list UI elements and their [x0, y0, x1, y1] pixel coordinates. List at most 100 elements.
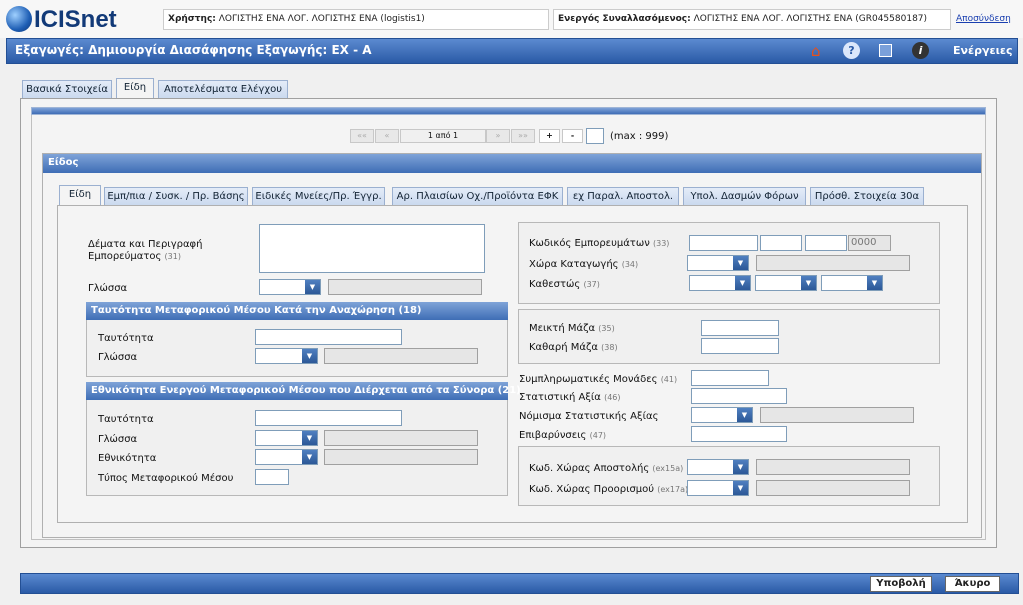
trader-value: ΛΟΓΙΣΤΗΣ ΕΝΑ ΛΟΓ. ΛΟΓΙΣΤΗΣ ΕΝΑ (GR045580… — [693, 14, 928, 24]
language-description — [328, 279, 482, 295]
pager-prev-button[interactable]: « — [375, 129, 399, 143]
submit-button[interactable]: Υποβολή — [870, 576, 932, 592]
net-mass-input[interactable] — [701, 338, 779, 354]
add-item-button[interactable]: + — [539, 129, 560, 143]
border-lang-select[interactable]: ▼ — [255, 430, 318, 446]
top-rule — [31, 107, 986, 115]
gross-mass-input[interactable] — [701, 320, 779, 336]
net-mass-label: Καθαρή Μάζα (38) — [529, 342, 618, 353]
pager-next-button[interactable]: » — [486, 129, 510, 143]
origin-country-label: Χώρα Καταγωγής (34) — [529, 259, 638, 270]
charges-label-text: Επιβαρύνσεις — [519, 430, 587, 441]
departure-id-input[interactable] — [255, 329, 402, 345]
supplementary-units-num: (41) — [660, 375, 678, 384]
header-bar: ICISnet Χρήστης: ΛΟΓΙΣΤΗΣ ΕΝΑ ΛΟΓ. ΛΟΓΙΣ… — [0, 0, 1023, 38]
departure-lang-label: Γλώσσα — [98, 352, 138, 363]
language-select[interactable]: ▼ — [259, 279, 321, 295]
departure-lang-description — [324, 348, 478, 364]
description-num: (31) — [164, 252, 181, 261]
user-value: ΛΟΓΙΣΤΗΣ ΕΝΑ ΛΟΓ. ΛΟΓΙΣΤΗΣ ΕΝΑ (logistis… — [218, 14, 425, 24]
subtab-goods-packages[interactable]: Εμπ/πια / Συσκ. / Πρ. Βάσης — [104, 187, 248, 206]
chevron-down-icon: ▼ — [737, 408, 752, 422]
transport-departure-header: Ταυτότητα Μεταφορικού Μέσου Κατά την Ανα… — [86, 302, 508, 320]
description-label-text: Δέματα και Περιγραφή Εμπορεύματος — [88, 239, 203, 262]
tab-control-results[interactable]: Αποτελέσματα Ελέγχου — [158, 80, 288, 99]
commodity-code-label-text: Κωδικός Εμπορευμάτων — [529, 238, 650, 249]
cancel-button[interactable]: Άκυρο — [945, 576, 1000, 592]
charges-input[interactable] — [691, 426, 787, 442]
border-nationality-select[interactable]: ▼ — [255, 449, 318, 465]
user-label: Χρήστης: — [168, 14, 216, 24]
trader-label: Ενεργός Συναλλασόμενος: — [558, 14, 691, 24]
dispatch-country-select[interactable]: ▼ — [687, 459, 749, 475]
info-icon[interactable]: i — [912, 42, 929, 59]
help-icon[interactable]: ? — [843, 42, 860, 59]
procedure-select-2[interactable]: ▼ — [755, 275, 817, 291]
subtab-special-mentions[interactable]: Ειδικές Μνείες/Πρ. Έγγρ. — [252, 187, 385, 206]
chevron-down-icon: ▼ — [305, 280, 320, 294]
pager-page-text: 1 από 1 — [427, 131, 459, 140]
transport-type-label: Τύπος Μεταφορικού Μέσου — [98, 473, 234, 484]
commodity-code-num: (33) — [652, 239, 670, 248]
goto-item-input[interactable] — [586, 128, 604, 144]
commodity-code-input-3[interactable] — [805, 235, 847, 251]
dispatch-country-label-text: Κωδ. Χώρας Αποστολής — [529, 463, 650, 474]
destination-country-select[interactable]: ▼ — [687, 480, 749, 496]
title-bar: Εξαγωγές: Δημιουργία Διασάφησης Εξαγωγής… — [6, 38, 1018, 64]
transport-border-header: Εθνικότητα Ενεργού Μεταφορικού Μέσου που… — [86, 382, 521, 400]
chevron-down-icon: ▼ — [733, 481, 748, 495]
departure-id-label: Ταυτότητα — [98, 333, 154, 344]
subtab-duty-calculation[interactable]: Υπολ. Δασμών Φόρων — [683, 187, 806, 206]
chevron-down-icon: ▼ — [735, 276, 750, 290]
pager-page-display: 1 από 1 — [400, 129, 486, 143]
supplementary-units-input[interactable] — [691, 370, 769, 386]
destination-country-label: Κωδ. Χώρας Προορισμού (ex17a) — [529, 484, 688, 495]
procedure-select-1[interactable]: ▼ — [689, 275, 751, 291]
transport-type-input[interactable] — [255, 469, 289, 485]
destination-country-description — [756, 480, 910, 496]
currency-select[interactable]: ▼ — [691, 407, 753, 423]
actions-menu[interactable]: Ενέργειες — [953, 44, 1013, 57]
destination-country-label-text: Κωδ. Χώρας Προορισμού — [529, 484, 655, 495]
section-mass — [518, 309, 940, 364]
procedure-select-3[interactable]: ▼ — [821, 275, 883, 291]
remove-item-button[interactable]: - — [562, 129, 583, 143]
currency-label: Νόμισμα Στατιστικής Αξίας — [519, 411, 659, 422]
origin-country-description — [756, 255, 910, 271]
section-countries — [518, 446, 940, 506]
origin-country-label-text: Χώρα Καταγωγής — [529, 259, 619, 270]
home-icon[interactable]: ⌂ — [811, 43, 827, 59]
origin-country-num: (34) — [621, 260, 639, 269]
statistical-value-input[interactable] — [691, 388, 787, 404]
subtab-previous-dispatch[interactable]: εχ Παραλ. Αποστολ. — [567, 187, 679, 206]
procedure-label-text: Καθεστώς — [529, 279, 581, 290]
net-mass-label-text: Καθαρή Μάζα — [529, 342, 598, 353]
description-textarea[interactable] — [259, 224, 485, 273]
window-icon[interactable] — [879, 44, 892, 57]
statistical-value-label: Στατιστική Αξία (46) — [519, 392, 621, 403]
dispatch-country-label: Κωδ. Χώρας Αποστολής (ex15a) — [529, 463, 683, 474]
charges-label: Επιβαρύνσεις (47) — [519, 430, 606, 441]
departure-lang-select[interactable]: ▼ — [255, 348, 318, 364]
border-id-input[interactable] — [255, 410, 402, 426]
destination-country-num: (ex17a) — [657, 485, 689, 494]
logout-link[interactable]: Αποσύνδεση — [956, 14, 1011, 24]
border-id-label: Ταυτότητα — [98, 414, 154, 425]
pager-last-button[interactable]: »» — [511, 129, 535, 143]
tab-basic-info[interactable]: Βασικά Στοιχεία — [22, 80, 112, 99]
commodity-code-input-2[interactable] — [760, 235, 802, 251]
border-nationality-label: Εθνικότητα — [98, 453, 157, 464]
subtab-additional-info-30a[interactable]: Πρόσθ. Στοιχεία 30α — [810, 187, 924, 206]
commodity-code-input-1[interactable] — [689, 235, 758, 251]
origin-country-select[interactable]: ▼ — [687, 255, 749, 271]
subtab-containers-excise[interactable]: Αρ. Πλαισίων Οχ./Προϊόντα ΕΦΚ — [392, 187, 563, 206]
currency-description — [760, 407, 914, 423]
user-info-box: Χρήστης: ΛΟΓΙΣΤΗΣ ΕΝΑ ΛΟΓ. ΛΟΓΙΣΤΗΣ ΕΝΑ … — [163, 9, 549, 30]
chevron-down-icon: ▼ — [733, 460, 748, 474]
app-logo: ICISnet — [34, 6, 117, 33]
pager-first-button[interactable]: «« — [350, 129, 374, 143]
tab-items[interactable]: Είδη — [116, 78, 154, 99]
chevron-down-icon: ▼ — [801, 276, 816, 290]
chevron-down-icon: ▼ — [867, 276, 882, 290]
subtab-items[interactable]: Είδη — [59, 185, 101, 206]
